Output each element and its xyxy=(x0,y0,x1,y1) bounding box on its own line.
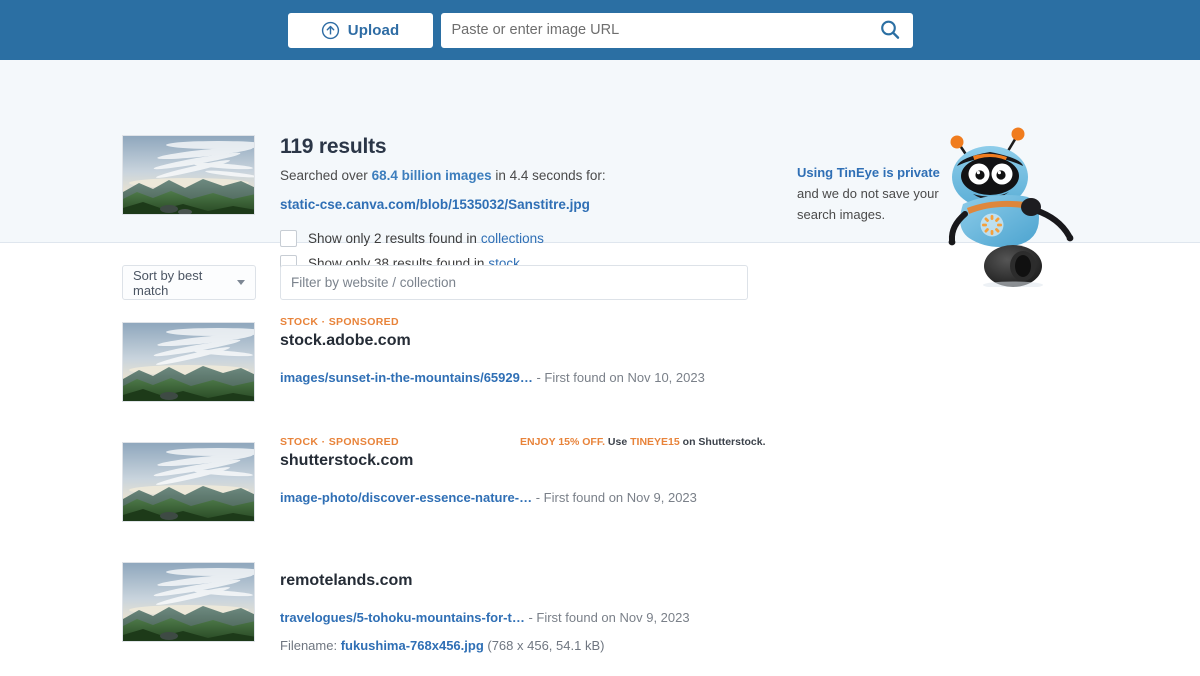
promo-use-word: Use xyxy=(605,436,631,448)
image-url-input[interactable] xyxy=(441,13,878,47)
search-controls: Upload xyxy=(287,12,913,48)
filter-toolbar: Sort by best match xyxy=(0,244,1200,316)
result-tagline: STOCK · SPONSORED xyxy=(280,316,399,328)
sort-dropdown-label: Sort by best match xyxy=(133,267,203,298)
result-link-row: image-photo/discover-essence-nature-… - … xyxy=(280,490,1180,505)
query-url-link[interactable]: static-cse.canva.com/blob/1535032/Sansti… xyxy=(280,197,590,212)
result-thumbnail[interactable] xyxy=(122,562,255,642)
chevron-down-icon xyxy=(237,280,245,285)
result-first-found-date: - First found on Nov 10, 2023 xyxy=(532,370,705,385)
results-list: STOCK · SPONSORED stock.adobe.com images… xyxy=(0,316,1200,676)
result-item: STOCK · SPONSORED ENJOY 15% OFF. Use TIN… xyxy=(0,436,1200,556)
antenna-ball-left xyxy=(950,135,964,149)
searched-prefix: Searched over xyxy=(280,168,372,183)
search-magnifier-icon[interactable] xyxy=(878,18,902,42)
searched-images-count: 68.4 billion images xyxy=(371,168,492,183)
filename-meta: (768 x 456, 54.1 kB) xyxy=(483,638,605,653)
website-filter-wrapper xyxy=(280,265,748,300)
promo-code: TINEYE15 xyxy=(630,436,680,448)
privacy-notice: Using TinEye is private and we do not sa… xyxy=(797,162,947,225)
searched-suffix: in 4.4 seconds for: xyxy=(491,168,606,183)
image-url-field-wrapper xyxy=(440,12,913,48)
robot-arm-right xyxy=(1032,207,1072,239)
result-link-row: images/sunset-in-the-mountains/65929… - … xyxy=(280,370,1180,385)
result-tagline xyxy=(280,556,1180,569)
result-domain[interactable]: shutterstock.com xyxy=(280,452,1180,470)
result-item: STOCK · SPONSORED stock.adobe.com images… xyxy=(0,316,1200,436)
sort-dropdown[interactable]: Sort by best match xyxy=(122,265,256,300)
search-summary-panel: 119 results Searched over 68.4 billion i… xyxy=(0,60,1200,287)
website-filter-input[interactable] xyxy=(281,266,747,299)
result-details: STOCK · SPONSORED ENJOY 15% OFF. Use TIN… xyxy=(280,436,1180,505)
upload-button-label: Upload xyxy=(347,21,400,39)
privacy-headline: Using TinEye is private xyxy=(797,165,940,180)
result-first-found-date: - First found on Nov 9, 2023 xyxy=(532,490,697,505)
upload-button[interactable]: Upload xyxy=(287,12,433,48)
result-path-link[interactable]: image-photo/discover-essence-nature-… xyxy=(280,490,532,505)
privacy-body: and we do not save your search images. xyxy=(797,186,939,223)
searched-stats-line: Searched over 68.4 billion images in 4.4… xyxy=(280,167,760,186)
result-domain[interactable]: stock.adobe.com xyxy=(280,332,1180,350)
result-details: remotelands.com travelogues/5-tohoku-mou… xyxy=(280,556,1180,653)
filename-link[interactable]: fukushima-768x456.jpg xyxy=(341,638,484,653)
antenna-ball-right xyxy=(1011,127,1025,141)
result-path-link[interactable]: travelogues/5-tohoku-mountains-for-t… xyxy=(280,610,525,625)
top-search-bar: Upload xyxy=(0,0,1200,60)
promo-suffix: on Shutterstock. xyxy=(679,436,766,448)
result-domain[interactable]: remotelands.com xyxy=(280,572,1180,590)
thumbnail-landscape-graphic xyxy=(123,323,254,401)
thumbnail-landscape-graphic xyxy=(123,563,254,641)
result-first-found-date: - First found on Nov 9, 2023 xyxy=(524,610,690,625)
thumbnail-landscape-graphic xyxy=(123,136,254,214)
result-details: STOCK · SPONSORED stock.adobe.com images… xyxy=(280,316,1180,385)
promo-discount: ENJOY 15% OFF. xyxy=(520,436,606,448)
upload-circle-arrow-icon xyxy=(321,21,339,39)
result-item: remotelands.com travelogues/5-tohoku-mou… xyxy=(0,556,1200,676)
sponsored-promo-text: ENJOY 15% OFF. Use TINEYE15 on Shutterst… xyxy=(520,436,766,448)
result-link-row: travelogues/5-tohoku-mountains-for-t… - … xyxy=(280,610,1180,625)
filename-label: Filename: xyxy=(280,638,341,653)
result-thumbnail[interactable] xyxy=(122,442,255,522)
result-path-link[interactable]: images/sunset-in-the-mountains/65929… xyxy=(280,370,533,385)
result-thumbnail[interactable] xyxy=(122,322,255,402)
result-filename-row: Filename: fukushima-768x456.jpg (768 x 4… xyxy=(280,638,1180,653)
query-image-thumbnail[interactable] xyxy=(122,135,255,215)
chest-sunburst-icon xyxy=(980,213,1004,237)
thumbnail-landscape-graphic xyxy=(123,443,254,521)
results-count-heading: 119 results xyxy=(280,135,387,158)
